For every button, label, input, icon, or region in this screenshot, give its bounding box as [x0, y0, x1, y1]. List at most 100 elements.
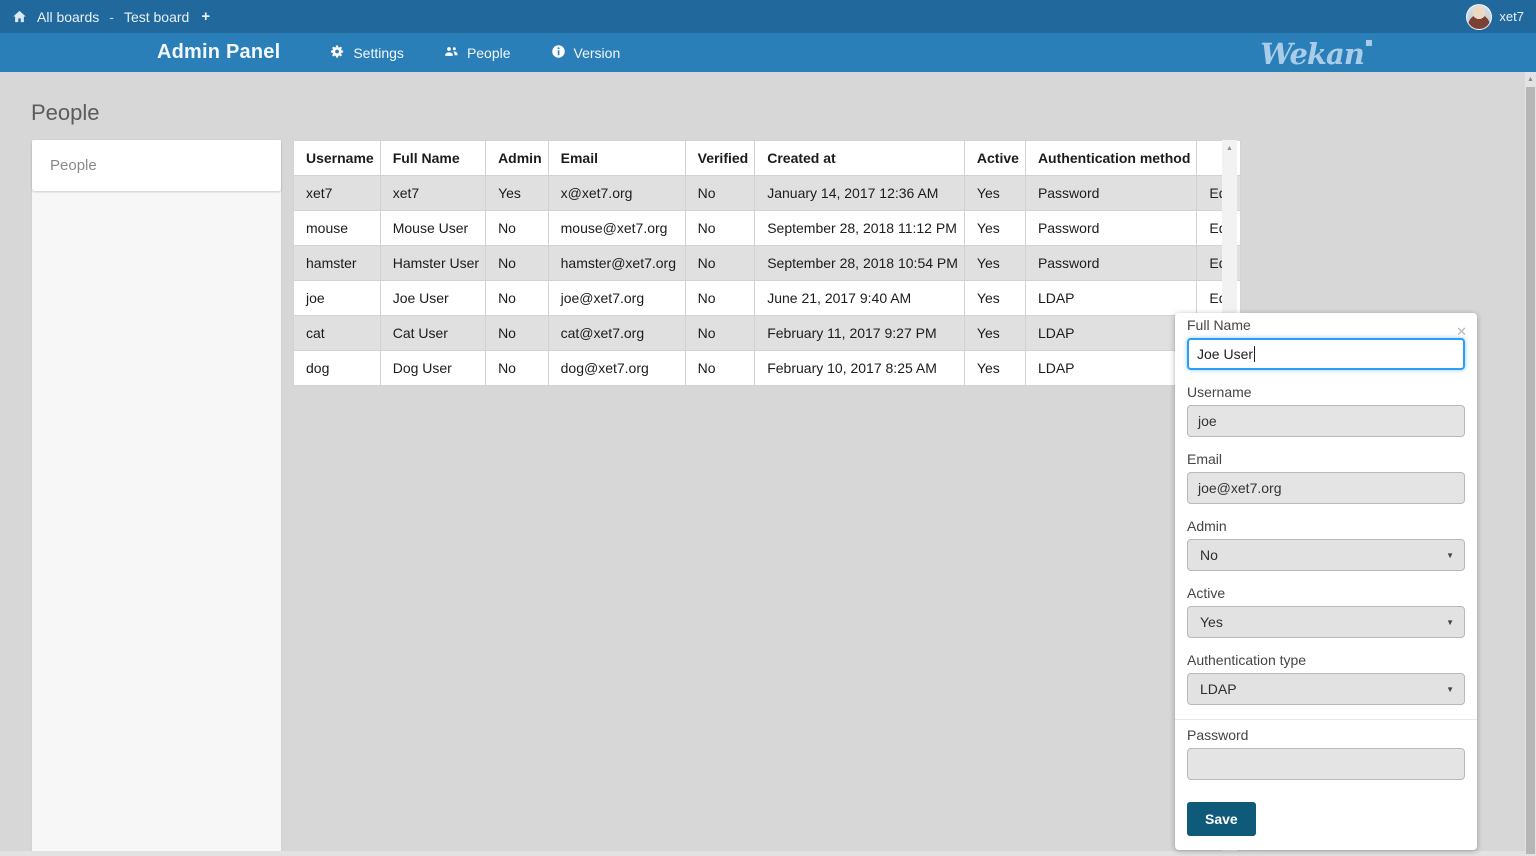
menu-item-version[interactable]: Version [531, 44, 641, 62]
chevron-down-icon: ▼ [1446, 618, 1454, 627]
cell-username: dog [294, 351, 381, 386]
cell-created-at: February 10, 2017 8:25 AM [755, 351, 965, 386]
user-name[interactable]: xet7 [1499, 9, 1524, 24]
admin-sidebar: People [32, 140, 281, 856]
cell-admin: No [486, 316, 549, 351]
col-email: Email [548, 141, 685, 176]
close-icon[interactable]: ✕ [1456, 325, 1467, 338]
breadcrumb-all-boards[interactable]: All boards [37, 9, 99, 25]
admin-select[interactable]: No ▼ [1187, 539, 1465, 571]
email-input: joe@xet7.org [1187, 472, 1465, 504]
scroll-up-icon[interactable]: ▲ [1222, 140, 1237, 152]
breadcrumb-separator: - [109, 9, 114, 25]
table-row: joe Joe User No joe@xet7.org No June 21,… [294, 281, 1241, 316]
wekan-logo: Wekan▪ [1260, 35, 1372, 71]
home-icon[interactable] [12, 9, 27, 24]
cell-created-at: September 28, 2018 10:54 PM [755, 246, 965, 281]
cell-verified: No [685, 176, 755, 211]
cell-created-at: September 28, 2018 11:12 PM [755, 211, 965, 246]
cell-email: hamster@xet7.org [548, 246, 685, 281]
user-avatar[interactable] [1466, 4, 1492, 30]
page-title: Admin Panel [157, 41, 280, 64]
table-row: mouse Mouse User No mouse@xet7.org No Se… [294, 211, 1241, 246]
cell-active: Yes [964, 176, 1025, 211]
cell-active: Yes [964, 351, 1025, 386]
cell-active: Yes [964, 281, 1025, 316]
cell-created-at: February 11, 2017 9:27 PM [755, 316, 965, 351]
cell-full-name: Hamster User [380, 246, 485, 281]
cell-active: Yes [964, 211, 1025, 246]
text-cursor [1254, 346, 1255, 362]
menu-label: Settings [353, 45, 404, 61]
cell-full-name: Joe User [380, 281, 485, 316]
cell-username: cat [294, 316, 381, 351]
cell-username: xet7 [294, 176, 381, 211]
cell-email: x@xet7.org [548, 176, 685, 211]
cell-admin: Yes [486, 176, 549, 211]
cell-active: Yes [964, 316, 1025, 351]
cell-username: mouse [294, 211, 381, 246]
cell-email: cat@xet7.org [548, 316, 685, 351]
active-select[interactable]: Yes ▼ [1187, 606, 1465, 638]
password-input[interactable] [1187, 748, 1465, 780]
cell-created-at: June 21, 2017 9:40 AM [755, 281, 965, 316]
table-row: cat Cat User No cat@xet7.org No February… [294, 316, 1241, 351]
username-label: Username [1187, 384, 1465, 400]
scrollbar-thumb[interactable] [1526, 87, 1535, 854]
sidebar-item-label: People [50, 157, 97, 174]
username-input: joe [1187, 405, 1465, 437]
horizontal-scrollbar[interactable] [0, 851, 1525, 856]
password-label: Password [1187, 727, 1465, 743]
cell-verified: No [685, 281, 755, 316]
cell-email: dog@xet7.org [548, 351, 685, 386]
section-heading: People [31, 100, 100, 126]
popup-divider [1175, 719, 1477, 720]
info-icon [551, 44, 566, 62]
full-name-label: Full Name [1187, 317, 1465, 333]
save-button[interactable]: Save [1187, 802, 1256, 836]
cell-auth-method: LDAP [1025, 316, 1196, 351]
cell-verified: No [685, 351, 755, 386]
menu-item-people[interactable]: People [424, 44, 531, 62]
col-admin: Admin [486, 141, 549, 176]
col-active: Active [964, 141, 1025, 176]
cell-email: mouse@xet7.org [548, 211, 685, 246]
menu-item-settings[interactable]: Settings [310, 44, 424, 62]
top-bar: All boards - Test board + xet7 [0, 0, 1536, 33]
admin-nav-bar: Admin Panel Settings People Version Weka… [0, 33, 1536, 72]
col-created-at: Created at [755, 141, 965, 176]
cell-auth-method: Password [1025, 176, 1196, 211]
auth-type-label: Authentication type [1187, 652, 1465, 668]
table-row: xet7 xet7 Yes x@xet7.org No January 14, … [294, 176, 1241, 211]
cell-auth-method: Password [1025, 211, 1196, 246]
add-board-icon[interactable]: + [201, 8, 210, 25]
cell-full-name: Dog User [380, 351, 485, 386]
menu-label: Version [574, 45, 621, 61]
breadcrumb-board-name[interactable]: Test board [124, 9, 189, 25]
cell-admin: No [486, 246, 549, 281]
chevron-down-icon: ▼ [1446, 551, 1454, 560]
auth-type-selected-value: LDAP [1200, 681, 1237, 697]
admin-menu: Settings People Version [310, 44, 640, 62]
cell-verified: No [685, 316, 755, 351]
gear-icon [330, 44, 345, 62]
page-scrollbar[interactable]: ▲ [1525, 72, 1536, 856]
edit-user-popup: ✕ Full Name Joe User Username joe Email … [1175, 313, 1477, 850]
cell-auth-method: LDAP [1025, 281, 1196, 316]
active-label: Active [1187, 585, 1465, 601]
auth-type-select[interactable]: LDAP ▼ [1187, 673, 1465, 705]
cell-admin: No [486, 281, 549, 316]
admin-label: Admin [1187, 518, 1465, 534]
people-table: Username Full Name Admin Email Verified … [293, 140, 1241, 386]
cell-email: joe@xet7.org [548, 281, 685, 316]
scroll-up-icon[interactable]: ▲ [1525, 72, 1536, 83]
cell-username: joe [294, 281, 381, 316]
full-name-value: Joe User [1197, 346, 1253, 362]
cell-full-name: Cat User [380, 316, 485, 351]
full-name-input[interactable]: Joe User [1187, 338, 1465, 370]
sidebar-item-people[interactable]: People [32, 140, 281, 191]
cell-admin: No [486, 351, 549, 386]
table-row: dog Dog User No dog@xet7.org No February… [294, 351, 1241, 386]
cell-verified: No [685, 211, 755, 246]
chevron-down-icon: ▼ [1446, 685, 1454, 694]
